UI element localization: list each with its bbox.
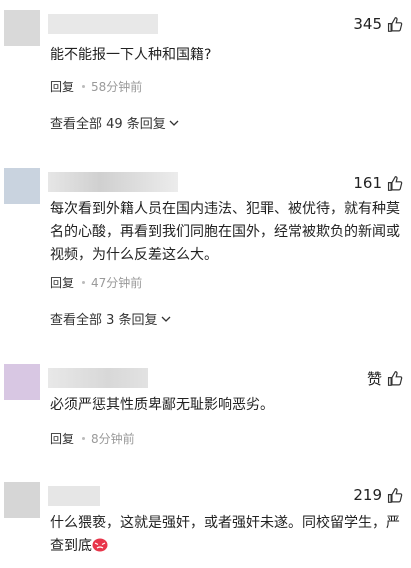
view-more-label: 查看全部 49 条回复 (50, 117, 166, 132)
like-button[interactable]: 345 (353, 15, 403, 33)
avatar[interactable] (4, 10, 40, 46)
comment-text: 能不能报一下人种和国籍? (50, 47, 212, 63)
reply-button[interactable]: 回复 (50, 274, 74, 291)
separator-dot (82, 85, 86, 88)
separator-dot (82, 281, 86, 284)
username-blurred[interactable] (48, 486, 100, 506)
thumbs-up-icon (387, 16, 403, 32)
chevron-down-icon (169, 120, 179, 126)
like-label: 赞 (366, 370, 382, 388)
avatar[interactable] (4, 168, 40, 204)
view-more-replies[interactable]: 查看全部 49 条回复 (50, 113, 179, 132)
like-count: 161 (353, 174, 382, 192)
comment-text: 必须严惩其性质卑鄙无耻影响恶劣。 (50, 397, 274, 413)
username-blurred[interactable] (48, 172, 178, 192)
comment-3: 赞 必须严惩其性质卑鄙无耻影响恶劣。 回复 8分钟前 (0, 356, 411, 466)
reply-button[interactable]: 回复 (50, 430, 74, 447)
comment-meta: 回复 47分钟前 (50, 274, 142, 291)
like-button[interactable]: 161 (353, 174, 403, 192)
like-button[interactable]: 赞 (367, 368, 403, 389)
username-blurred[interactable] (48, 14, 158, 34)
thumbs-up-icon (387, 371, 403, 386)
chevron-down-icon (161, 316, 171, 322)
thumbs-up-icon (387, 487, 403, 503)
timestamp: 58分钟前 (91, 80, 143, 94)
like-button[interactable]: 219 (353, 486, 403, 504)
comment-4: 219 什么猥亵，这就是强奸，或者强奸未遂。同校留学生，严查到底 (0, 478, 411, 568)
like-count: 219 (353, 486, 382, 504)
comment-meta: 回复 58分钟前 (50, 78, 142, 95)
reply-button[interactable]: 回复 (50, 78, 74, 95)
view-more-replies[interactable]: 查看全部 3 条回复 (50, 309, 171, 328)
like-count: 345 (353, 15, 382, 33)
avatar[interactable] (4, 364, 40, 400)
avatar[interactable] (4, 482, 40, 518)
comment-meta: 回复 8分钟前 (50, 430, 135, 447)
comment-1: 345 能不能报一下人种和国籍? 回复 58分钟前 查看全部 49 条回复 (0, 0, 411, 150)
separator-dot (82, 437, 86, 440)
angry-emoji-icon (92, 538, 108, 552)
username-blurred[interactable] (48, 368, 148, 388)
comment-2: 161 每次看到外籍人员在国内违法、犯罪、被优待，就有种莫名的心酸，再看到我们同… (0, 160, 411, 350)
view-more-label: 查看全部 3 条回复 (50, 313, 158, 328)
thumbs-up-icon (387, 175, 403, 191)
timestamp: 47分钟前 (91, 276, 143, 290)
comment-text: 每次看到外籍人员在国内违法、犯罪、被优待，就有种莫名的心酸，再看到我们同胞在国外… (50, 201, 400, 263)
timestamp: 8分钟前 (91, 432, 135, 446)
comment-text: 什么猥亵，这就是强奸，或者强奸未遂。同校留学生，严查到底 (50, 512, 401, 558)
